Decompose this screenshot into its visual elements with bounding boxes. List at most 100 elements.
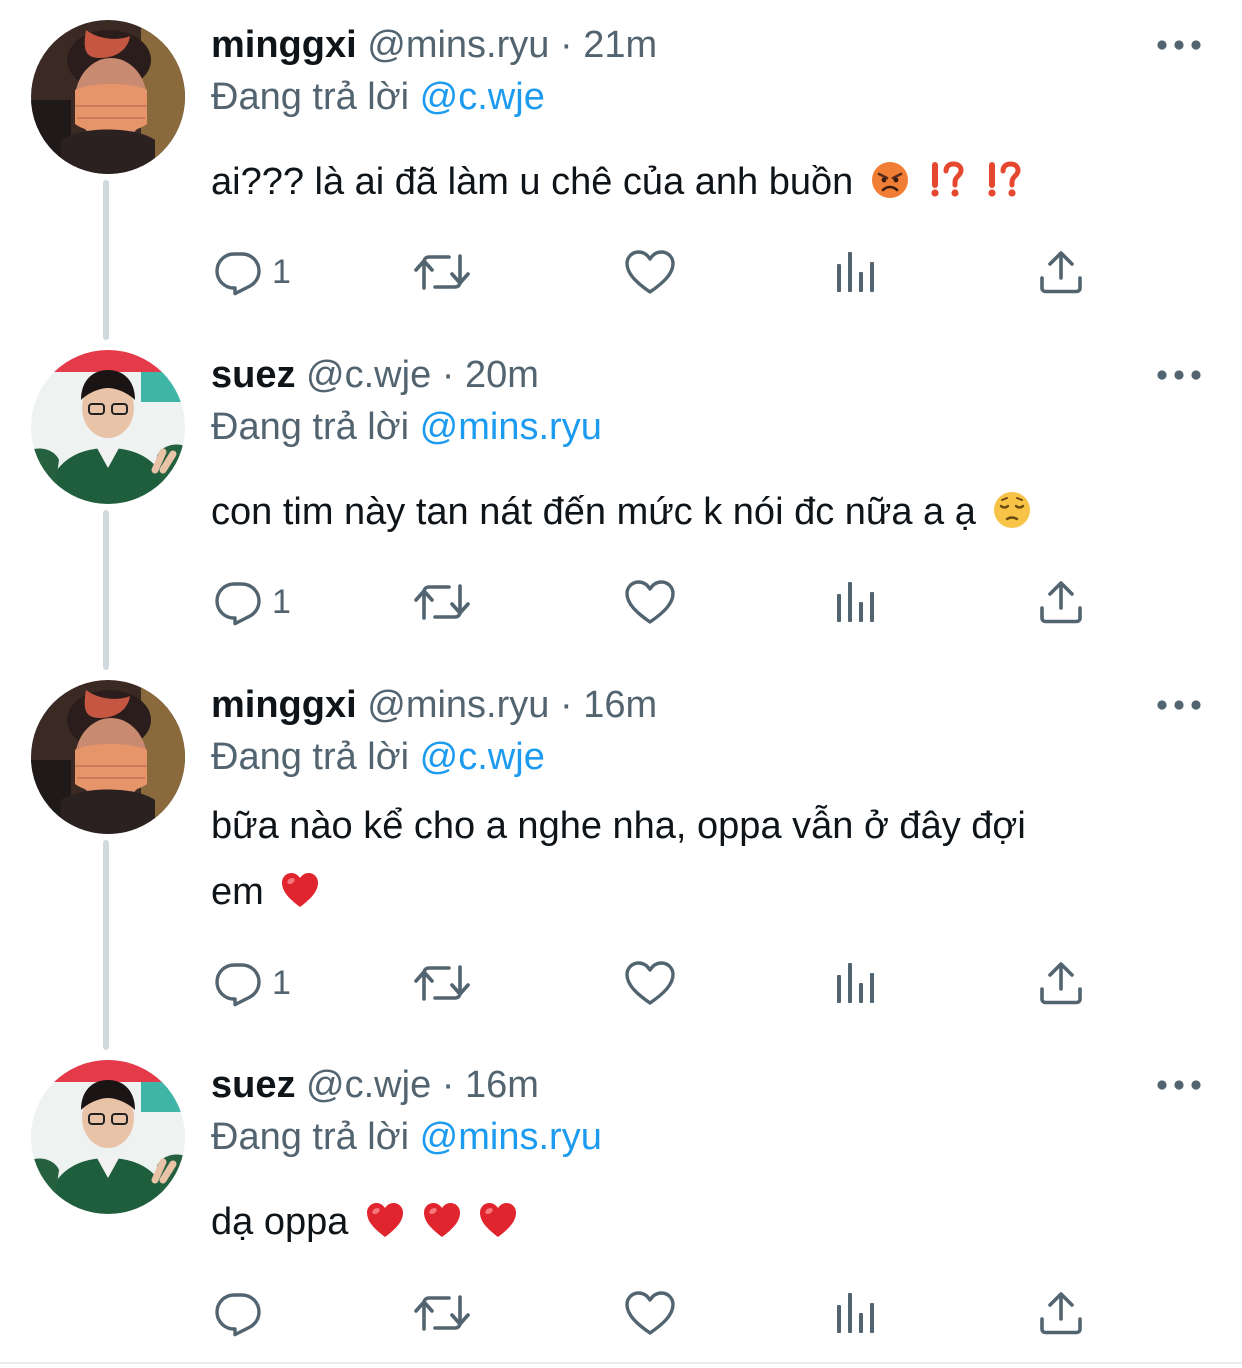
red-heart-emoji xyxy=(422,1200,462,1240)
like-button[interactable] xyxy=(624,958,676,1008)
more-options-icon[interactable] xyxy=(1156,695,1202,715)
retweet-button[interactable] xyxy=(414,577,470,627)
replying-to: Đang trả lời @mins.ryu xyxy=(211,402,602,452)
tweet-text-content: ai??? là ai đã làm u chê của anh buồn xyxy=(211,161,854,203)
like-icon xyxy=(624,959,676,1007)
views-icon xyxy=(834,1289,878,1337)
share-icon xyxy=(1037,959,1085,1007)
avatar[interactable] xyxy=(31,350,185,504)
replying-to: Đang trả lời @mins.ryu xyxy=(211,1112,602,1162)
reply-count: 1 xyxy=(272,583,291,621)
share-button[interactable] xyxy=(1037,958,1085,1008)
action-bar: 1 xyxy=(211,958,1111,1008)
reply-button[interactable]: 1 xyxy=(214,577,291,627)
tweet-text: ai??? là ai đã làm u chê của anh buồn xyxy=(211,149,1171,215)
timestamp[interactable]: 16m xyxy=(465,1064,539,1106)
tweet-text: dạ oppa xyxy=(211,1189,1171,1255)
separator: · xyxy=(559,24,573,66)
user-handle[interactable]: @mins.ryu xyxy=(367,24,549,66)
retweet-icon xyxy=(414,248,470,296)
tweet-header: suez @c.wje · 20m xyxy=(211,350,539,400)
tweet[interactable]: minggxi @mins.ryu · 16m Đang trả lời @c.… xyxy=(0,660,1242,1040)
user-handle[interactable]: @c.wje xyxy=(306,354,431,396)
like-icon xyxy=(624,578,676,626)
more-options-icon[interactable] xyxy=(1156,35,1202,55)
action-bar: 1 xyxy=(211,577,1111,627)
avatar[interactable] xyxy=(31,680,185,834)
mention-link[interactable]: @mins.ryu xyxy=(420,406,602,448)
action-bar: 1 xyxy=(211,247,1111,297)
red-heart-emoji xyxy=(280,870,320,910)
display-name[interactable]: suez xyxy=(211,1064,295,1106)
mention-link[interactable]: @c.wje xyxy=(420,736,545,778)
pensive-face-emoji xyxy=(992,490,1032,530)
display-name[interactable]: minggxi xyxy=(211,24,357,66)
share-button[interactable] xyxy=(1037,247,1085,297)
retweet-icon xyxy=(414,578,470,626)
divider xyxy=(0,1362,1242,1364)
tweet[interactable]: minggxi @mins.ryu · 21m Đang trả lời @c.… xyxy=(0,0,1242,330)
mention-link[interactable]: @mins.ryu xyxy=(420,1116,602,1158)
replying-to-label: Đang trả lời xyxy=(211,406,410,448)
tweet[interactable]: suez @c.wje · 20m Đang trả lời @mins.ryu… xyxy=(0,330,1242,660)
reply-icon xyxy=(214,578,262,626)
tweet-text-line: em xyxy=(211,859,1171,925)
tweet-header: suez @c.wje · 16m xyxy=(211,1060,539,1110)
mention-link[interactable]: @c.wje xyxy=(420,76,545,118)
tweet-text-line: bữa nào kể cho a nghe nha, oppa vẫn ở đâ… xyxy=(211,805,1026,847)
separator: · xyxy=(441,354,455,396)
tweet-text: bữa nào kể cho a nghe nha, oppa vẫn ở đâ… xyxy=(211,793,1171,925)
angry-face-emoji xyxy=(870,160,910,200)
tweet-text-content: dạ oppa xyxy=(211,1201,349,1243)
display-name[interactable]: minggxi xyxy=(211,684,357,726)
tweet-header: minggxi @mins.ryu · 21m xyxy=(211,20,657,70)
reply-icon xyxy=(214,1289,262,1337)
reply-button[interactable]: 1 xyxy=(214,247,291,297)
replying-to: Đang trả lời @c.wje xyxy=(211,72,545,122)
red-heart-emoji xyxy=(478,1200,518,1240)
views-icon xyxy=(834,248,878,296)
interrobang-emoji xyxy=(983,160,1023,200)
retweet-button[interactable] xyxy=(414,247,470,297)
like-button[interactable] xyxy=(624,1288,676,1338)
retweet-button[interactable] xyxy=(414,958,470,1008)
timestamp[interactable]: 21m xyxy=(583,24,657,66)
action-bar xyxy=(211,1288,1111,1338)
separator: · xyxy=(559,684,573,726)
reply-icon xyxy=(214,248,262,296)
views-button[interactable] xyxy=(834,958,878,1008)
reply-icon xyxy=(214,959,262,1007)
views-button[interactable] xyxy=(834,577,878,627)
retweet-icon xyxy=(414,1289,470,1337)
avatar[interactable] xyxy=(31,1060,185,1214)
display-name[interactable]: suez xyxy=(211,354,295,396)
avatar[interactable] xyxy=(31,20,185,174)
views-button[interactable] xyxy=(834,1288,878,1338)
retweet-button[interactable] xyxy=(414,1288,470,1338)
tweet[interactable]: suez @c.wje · 16m Đang trả lời @mins.ryu… xyxy=(0,1040,1242,1362)
timestamp[interactable]: 20m xyxy=(465,354,539,396)
retweet-icon xyxy=(414,959,470,1007)
user-handle[interactable]: @c.wje xyxy=(306,1064,431,1106)
timestamp[interactable]: 16m xyxy=(583,684,657,726)
more-options-icon[interactable] xyxy=(1156,365,1202,385)
share-icon xyxy=(1037,1289,1085,1337)
tweet-header: minggxi @mins.ryu · 16m xyxy=(211,680,657,730)
share-button[interactable] xyxy=(1037,1288,1085,1338)
user-handle[interactable]: @mins.ryu xyxy=(367,684,549,726)
like-icon xyxy=(624,248,676,296)
views-button[interactable] xyxy=(834,247,878,297)
tweet-text-content: em xyxy=(211,871,264,913)
replying-to-label: Đang trả lời xyxy=(211,76,410,118)
views-icon xyxy=(834,959,878,1007)
more-options-icon[interactable] xyxy=(1156,1075,1202,1095)
reply-count: 1 xyxy=(272,964,291,1002)
reply-button[interactable]: 1 xyxy=(214,958,291,1008)
like-icon xyxy=(624,1289,676,1337)
views-icon xyxy=(834,578,878,626)
share-icon xyxy=(1037,248,1085,296)
like-button[interactable] xyxy=(624,577,676,627)
like-button[interactable] xyxy=(624,247,676,297)
share-button[interactable] xyxy=(1037,577,1085,627)
reply-button[interactable] xyxy=(214,1288,272,1338)
